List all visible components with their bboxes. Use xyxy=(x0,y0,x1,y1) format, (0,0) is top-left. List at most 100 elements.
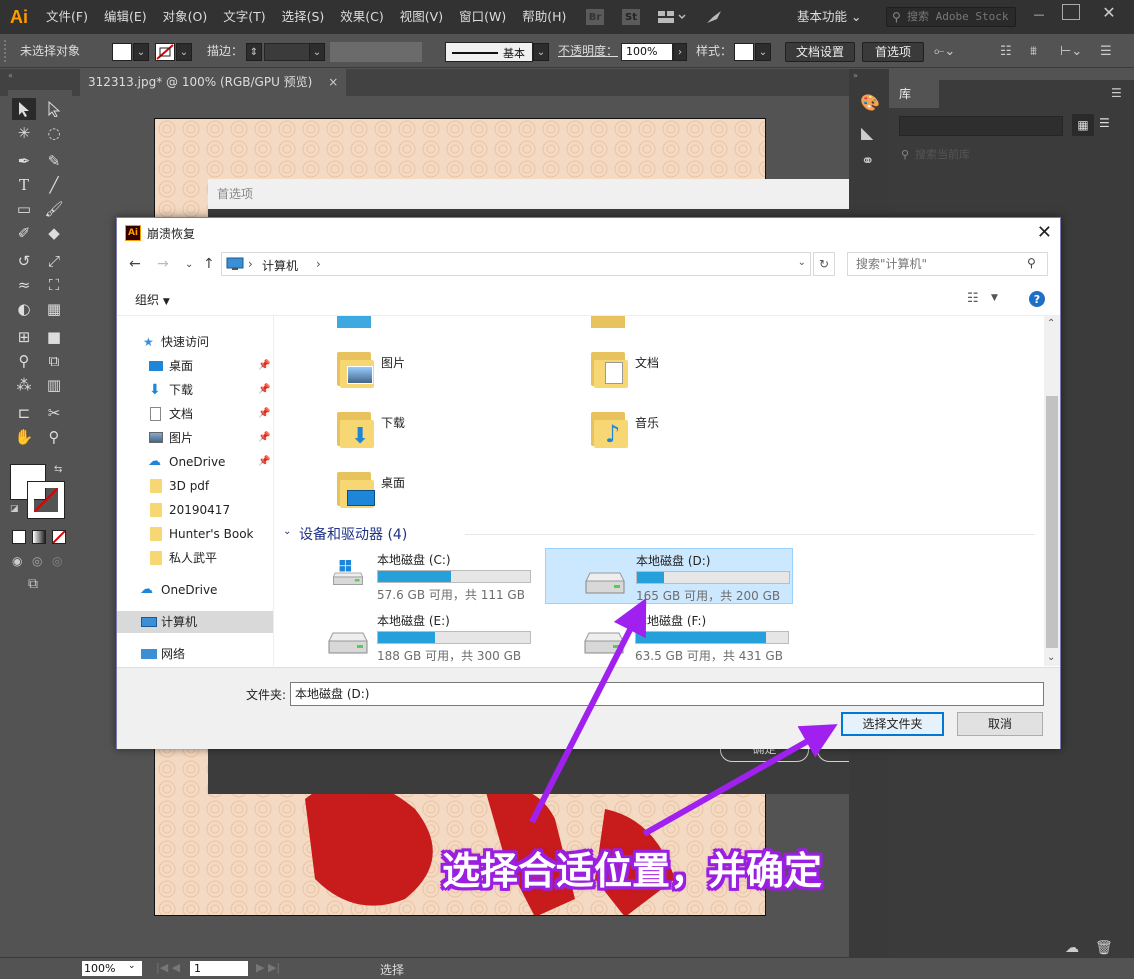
quick-actions-icon[interactable]: ⟜⌄ xyxy=(934,44,955,59)
grid-view-icon[interactable]: ▦ xyxy=(1072,114,1094,136)
chevron-down-icon[interactable]: ⌄ xyxy=(128,961,136,971)
menu-object[interactable]: 对象(O) xyxy=(155,0,216,34)
creative-cloud-icon[interactable]: ☁ xyxy=(1065,940,1079,956)
folder-downloads[interactable]: ⬇ xyxy=(337,410,374,449)
cancel-button[interactable]: 取消 xyxy=(957,712,1043,736)
shape-builder-tool-icon[interactable]: ◐ xyxy=(12,298,36,320)
nav-item-folder[interactable]: Hunter's Book xyxy=(117,523,273,545)
perspective-grid-tool-icon[interactable]: ▦ xyxy=(42,298,66,320)
blend-tool-icon[interactable]: ⧉ xyxy=(42,350,66,372)
document-setup-button[interactable]: 文档设置 xyxy=(785,42,855,62)
curvature-tool-icon[interactable]: ✎ xyxy=(42,150,66,172)
menu-view[interactable]: 视图(V) xyxy=(392,0,451,34)
stroke-weight-dropdown[interactable]: ⌄ xyxy=(309,43,325,61)
align-icon[interactable]: ☷ xyxy=(1000,44,1012,59)
distribute-icon[interactable]: ⊢⌄ xyxy=(1060,44,1082,59)
scroll-up-icon[interactable]: ⌃ xyxy=(1047,318,1055,329)
menu-select[interactable]: 选择(S) xyxy=(274,0,333,34)
links-panel-icon[interactable]: ⚭ xyxy=(861,151,874,170)
nav-item-documents[interactable]: 文档 📌 xyxy=(117,403,273,425)
nav-computer[interactable]: 计算机 xyxy=(117,611,273,633)
eraser-tool-icon[interactable]: ◆ xyxy=(42,222,66,244)
line-tool-icon[interactable]: ╱ xyxy=(42,174,66,196)
menu-file[interactable]: 文件(F) xyxy=(38,0,96,34)
shaper-tool-icon[interactable]: ✐ xyxy=(12,222,36,244)
folder-input[interactable]: 本地磁盘 (D:) xyxy=(290,682,1044,706)
color-mode-icon[interactable] xyxy=(12,530,26,544)
stroke-color-swatch[interactable] xyxy=(27,481,65,519)
drive-c[interactable]: 本地磁盘 (C:) 57.6 GB 可用，共 111 GB xyxy=(297,548,545,604)
magic-wand-tool-icon[interactable]: ✳ xyxy=(12,122,36,144)
lasso-tool-icon[interactable]: ◌ xyxy=(42,122,66,144)
type-tool-icon[interactable]: T xyxy=(12,174,36,196)
opacity-label[interactable]: 不透明度： xyxy=(558,34,618,68)
variable-width-profile[interactable] xyxy=(330,42,422,62)
direct-selection-tool-icon[interactable] xyxy=(42,98,66,120)
nav-network[interactable]: 网络 xyxy=(117,643,273,665)
minimize-icon[interactable]: — xyxy=(1030,6,1048,22)
menu-window[interactable]: 窗口(W) xyxy=(451,0,514,34)
preferences-button[interactable]: 首选项 xyxy=(862,42,924,62)
menu-edit[interactable]: 编辑(E) xyxy=(96,0,155,34)
draw-inside-icon[interactable]: ◎ xyxy=(52,554,62,568)
folder-desktop[interactable] xyxy=(337,470,375,508)
library-search-input[interactable]: 搜索当前库 xyxy=(899,146,1119,164)
graph-tool-icon[interactable]: ▥ xyxy=(42,374,66,396)
draw-normal-icon[interactable]: ◉ xyxy=(12,554,22,568)
fill-swatch[interactable] xyxy=(112,43,132,61)
mesh-tool-icon[interactable]: ⊞ xyxy=(12,326,36,348)
up-icon[interactable]: ↑ xyxy=(203,256,215,272)
nav-onedrive[interactable]: ☁ OneDrive xyxy=(117,579,273,601)
shape-panel-icon[interactable]: ◣ xyxy=(861,123,873,142)
document-tab[interactable]: 312313.jpg* @ 100% (RGB/GPU 预览) × xyxy=(80,69,347,96)
back-icon[interactable]: ← xyxy=(129,256,141,272)
close-icon[interactable]: ✕ xyxy=(1100,3,1118,22)
nav-item-pictures[interactable]: 图片 📌 xyxy=(117,427,273,449)
width-tool-icon[interactable]: ≈ xyxy=(12,274,36,296)
rotate-tool-icon[interactable]: ↺ xyxy=(12,250,36,272)
videos-icon[interactable] xyxy=(591,316,625,328)
brush-dropdown[interactable]: ⌄ xyxy=(533,43,549,61)
nav-quick-access[interactable]: ★ 快速访问 xyxy=(117,331,273,353)
default-colors-icon[interactable]: ◪ xyxy=(10,504,19,514)
gradient-mode-icon[interactable] xyxy=(32,530,46,544)
slice-tool-icon[interactable]: ✂ xyxy=(42,402,66,424)
stroke-dropdown[interactable]: ⌄ xyxy=(176,43,192,61)
nav-item-desktop[interactable]: 桌面 📌 xyxy=(117,355,273,377)
nav-item-folder[interactable]: 3D pdf xyxy=(117,475,273,497)
stroke-weight-input[interactable] xyxy=(264,43,310,61)
zoom-tool-icon[interactable]: ⚲ xyxy=(42,426,66,448)
nav-item-onedrive-quick[interactable]: ☁ OneDrive 📌 xyxy=(117,451,273,473)
chevron-down-icon[interactable]: ⌄ xyxy=(283,526,291,537)
stroke-weight-stepper[interactable]: ⇕ xyxy=(246,43,262,61)
draw-behind-icon[interactable]: ◎ xyxy=(32,554,42,568)
view-options-icon[interactable]: ☷ xyxy=(967,291,979,306)
library-selector[interactable] xyxy=(899,116,1063,136)
artboard-field[interactable]: 1 xyxy=(190,961,248,976)
search-stock-input[interactable]: 搜索 Adobe Stock xyxy=(886,7,1016,27)
none-mode-icon[interactable] xyxy=(52,530,66,544)
scroll-down-icon[interactable]: ⌄ xyxy=(1047,652,1055,663)
delete-icon[interactable]: 🗑 xyxy=(1095,940,1113,956)
fill-dropdown[interactable]: ⌄ xyxy=(133,43,149,61)
nav-item-folder[interactable]: 20190417 xyxy=(117,499,273,521)
collapse-toolbar-icon[interactable]: « xyxy=(8,71,13,80)
menu-effect[interactable]: 效果(C) xyxy=(332,0,391,34)
3d-objects-icon[interactable] xyxy=(337,316,371,328)
symbol-sprayer-tool-icon[interactable]: ⁂ xyxy=(12,374,36,396)
folder-documents[interactable] xyxy=(591,350,628,388)
drive-f[interactable]: 本地磁盘 (F:) 63.5 GB 可用，共 431 GB xyxy=(545,609,793,665)
vertical-scrollbar[interactable]: ⌃ ⌄ xyxy=(1044,316,1060,666)
list-view-icon[interactable]: ☰ xyxy=(1099,116,1110,130)
dialog-close-icon[interactable]: ✕ xyxy=(1037,222,1052,243)
opacity-input[interactable]: 100% xyxy=(621,43,673,61)
menu-help[interactable]: 帮助(H) xyxy=(514,0,574,34)
stock-icon[interactable]: St xyxy=(622,9,640,25)
chevron-right-icon[interactable]: › xyxy=(673,43,687,61)
menu-type[interactable]: 文字(T) xyxy=(215,0,273,34)
chevron-down-icon[interactable]: ▼ xyxy=(991,293,998,303)
organize-menu[interactable]: 组织 ▼ xyxy=(135,291,170,308)
bridge-icon[interactable]: Br xyxy=(586,9,604,25)
nav-item-folder[interactable]: 私人武平 xyxy=(117,547,273,569)
pen-tool-icon[interactable]: ✒ xyxy=(12,150,36,172)
